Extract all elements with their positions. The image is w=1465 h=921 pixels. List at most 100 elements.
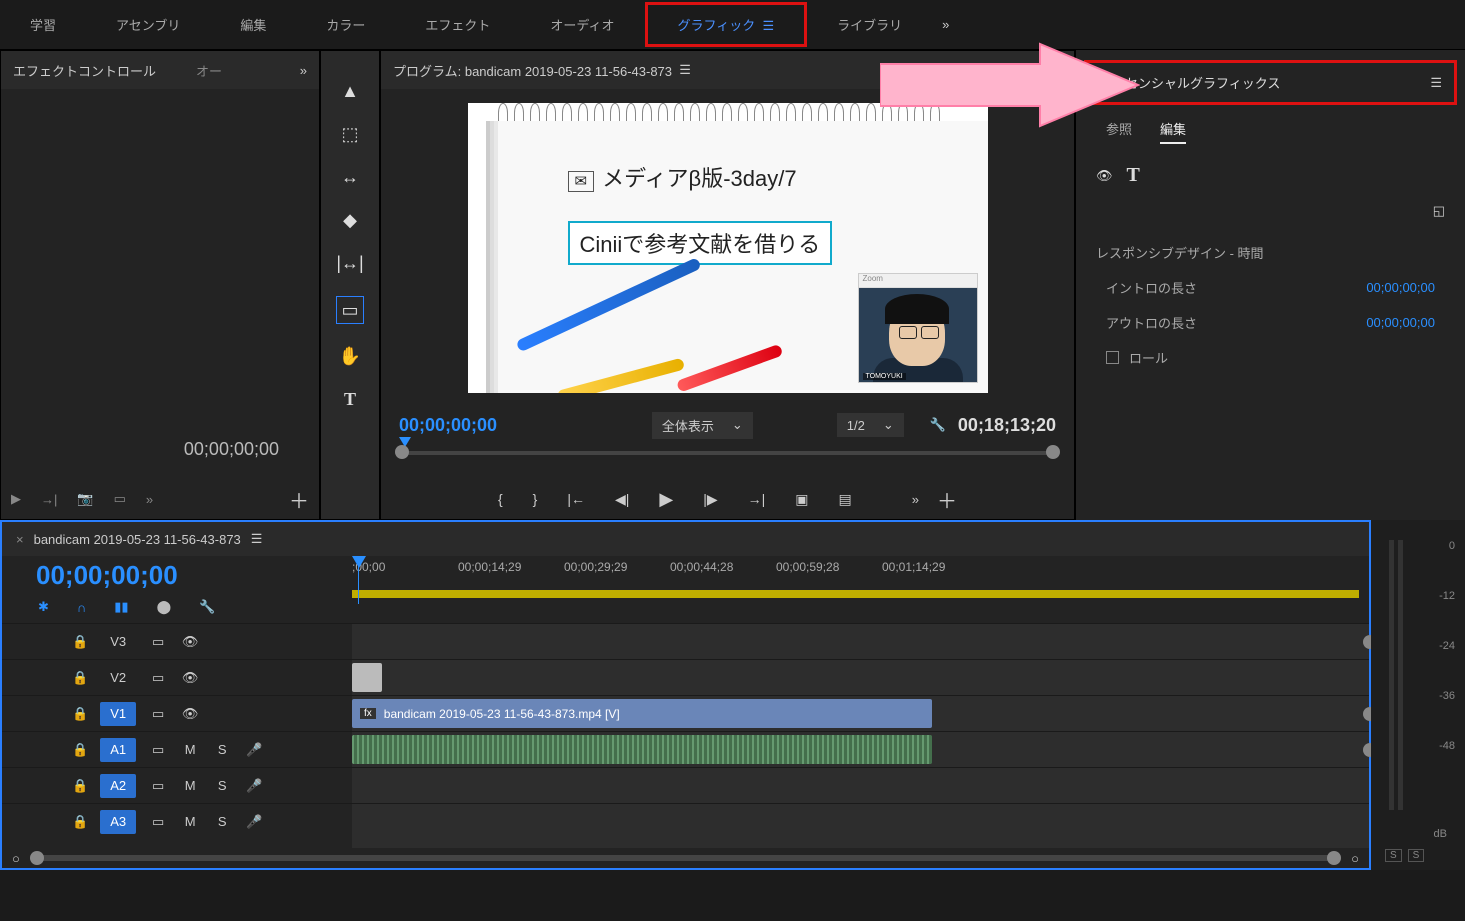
lock-icon[interactable]: 🔒: [72, 778, 88, 794]
ws-graphics[interactable]: グラフィック ☰: [645, 2, 808, 47]
program-timecode[interactable]: 00;00;00;00: [399, 415, 497, 436]
playhead-icon[interactable]: [352, 556, 366, 568]
fx-badge[interactable]: fx: [360, 708, 376, 719]
lock-icon[interactable]: 🔒: [72, 634, 88, 650]
eg-tab-edit[interactable]: 編集: [1160, 119, 1186, 144]
ec-overflow[interactable]: »: [300, 63, 307, 78]
go-out-icon[interactable]: →|: [748, 491, 766, 507]
slip-tool-icon[interactable]: |↔|: [336, 253, 363, 274]
solo-left[interactable]: S: [1385, 849, 1402, 862]
insert-icon[interactable]: →|: [41, 492, 57, 507]
wrench-icon[interactable]: 🔧: [930, 417, 946, 433]
step-back-icon[interactable]: ◀|: [615, 491, 629, 508]
mark-in-icon[interactable]: {: [498, 491, 503, 507]
lock-icon[interactable]: 🔒: [72, 670, 88, 686]
roll-row[interactable]: ロール: [1076, 340, 1465, 375]
panel-menu-icon[interactable]: ☰: [1430, 75, 1442, 91]
outro-value[interactable]: 00;00;00;00: [1366, 315, 1435, 330]
mic-icon[interactable]: 🎤: [244, 814, 264, 830]
go-in-icon[interactable]: |←: [567, 491, 585, 507]
hamburger-icon[interactable]: ☰: [763, 18, 775, 33]
toggle-icon[interactable]: ▭: [148, 778, 168, 794]
magnet-icon[interactable]: ∩: [77, 600, 86, 615]
mute-button[interactable]: M: [180, 778, 200, 793]
ws-assembly[interactable]: アセンブリ: [86, 15, 210, 34]
track-select-tool-icon[interactable]: ⬚: [341, 124, 358, 145]
extract-icon[interactable]: ▤: [839, 491, 852, 508]
ripple-edit-tool-icon[interactable]: ↔: [341, 167, 359, 188]
track-v3-header[interactable]: 🔒V3▭👁: [2, 623, 352, 659]
ws-edit[interactable]: 編集: [210, 15, 296, 34]
zoom-knob-left[interactable]: [395, 445, 409, 459]
pin-icon[interactable]: ◱: [1433, 203, 1445, 219]
rectangle-tool-icon[interactable]: ▭: [336, 296, 364, 324]
ws-learn[interactable]: 学習: [0, 15, 86, 34]
ec-timecode[interactable]: 00;00;00;00: [184, 439, 279, 460]
solo-button[interactable]: S: [212, 814, 232, 829]
eg-tab-browse[interactable]: 参照: [1106, 119, 1132, 144]
zoom-knob-right[interactable]: [1046, 445, 1060, 459]
toggle-icon[interactable]: ▭: [148, 634, 168, 650]
eye-icon[interactable]: 👁: [180, 670, 200, 686]
transport-overflow[interactable]: »: [912, 492, 919, 507]
camera-icon[interactable]: 📷: [77, 491, 93, 507]
mic-icon[interactable]: 🎤: [244, 778, 264, 794]
new-bin-icon[interactable]: ▭: [114, 491, 126, 507]
lock-icon[interactable]: 🔒: [72, 814, 88, 830]
zoom-knob-right[interactable]: ○: [1351, 851, 1359, 866]
timeline-ruler[interactable]: ;00;00 00;00;14;29 00;00;29;29 00;00;44;…: [352, 556, 1369, 604]
mute-button[interactable]: M: [180, 814, 200, 829]
track-a1-header[interactable]: 🔒A1▭MS🎤: [2, 731, 352, 767]
panel-menu-icon[interactable]: ☰: [251, 531, 263, 547]
add-button[interactable]: ＋: [937, 485, 957, 514]
snap-icon[interactable]: ✱: [38, 599, 49, 615]
type-tool-icon[interactable]: T: [344, 389, 356, 410]
scroll-knob-left[interactable]: [30, 851, 44, 865]
ws-overflow[interactable]: »: [942, 17, 949, 32]
fit-dropdown[interactable]: 全体表示⌄: [652, 412, 753, 439]
audio-clip[interactable]: [352, 735, 932, 764]
program-zoom-bar[interactable]: [381, 443, 1074, 479]
eg-layer-row[interactable]: 👁 T: [1076, 154, 1465, 197]
track-a3-header[interactable]: 🔒A3▭MS🎤: [2, 803, 352, 839]
solo-button[interactable]: S: [212, 742, 232, 757]
close-icon[interactable]: ×: [16, 532, 24, 547]
panel-menu-icon[interactable]: ☰: [679, 62, 691, 78]
mic-icon[interactable]: 🎤: [244, 742, 264, 758]
selection-tool-icon[interactable]: ▲: [341, 81, 359, 102]
mark-out-icon[interactable]: }: [533, 491, 538, 507]
wrench-icon[interactable]: 🔧: [199, 599, 215, 615]
res-dropdown[interactable]: 1/2⌄: [837, 413, 904, 437]
toggle-icon[interactable]: ▭: [148, 814, 168, 830]
ec-overflow2[interactable]: »: [146, 492, 153, 507]
ws-effects[interactable]: エフェクト: [395, 15, 520, 34]
timeline-zoom-scroll[interactable]: ○ ○: [2, 848, 1369, 868]
step-fwd-icon[interactable]: |▶: [703, 491, 717, 508]
track-a2-header[interactable]: 🔒A2▭MS🎤: [2, 767, 352, 803]
scroll-knob-right[interactable]: [1327, 851, 1341, 865]
ws-audio[interactable]: オーディオ: [520, 15, 644, 34]
link-icon[interactable]: ▮▮: [114, 599, 128, 615]
marker-icon[interactable]: ⬤: [157, 599, 172, 615]
ws-library[interactable]: ライブラリ: [807, 15, 932, 34]
graphic-clip[interactable]: [352, 663, 382, 692]
hand-tool-icon[interactable]: ✋: [339, 346, 361, 367]
eye-icon[interactable]: 👁: [180, 706, 200, 722]
toggle-icon[interactable]: ▭: [148, 742, 168, 758]
eye-icon[interactable]: 👁: [180, 634, 200, 650]
ws-color[interactable]: カラー: [296, 15, 395, 34]
intro-value[interactable]: 00;00;00;00: [1366, 280, 1435, 295]
toggle-icon[interactable]: ▭: [148, 706, 168, 722]
lock-icon[interactable]: 🔒: [72, 706, 88, 722]
track-v2-header[interactable]: 🔒V2▭👁: [2, 659, 352, 695]
video-clip[interactable]: fxbandicam 2019-05-23 11-56-43-873.mp4 […: [352, 699, 932, 728]
solo-button[interactable]: S: [212, 778, 232, 793]
toggle-icon[interactable]: ▭: [148, 670, 168, 686]
mute-button[interactable]: M: [180, 742, 200, 757]
program-preview[interactable]: ✉メディアβ版-3day/7 Ciniiで参考文献を借りる Zoom TOMOY…: [468, 103, 988, 393]
lock-icon[interactable]: 🔒: [72, 742, 88, 758]
add-button[interactable]: ＋: [289, 485, 309, 514]
track-v1-header[interactable]: 🔒V1▭👁: [2, 695, 352, 731]
track-body[interactable]: fxbandicam 2019-05-23 11-56-43-873.mp4 […: [352, 623, 1369, 848]
razor-tool-icon[interactable]: ◆: [343, 210, 357, 231]
